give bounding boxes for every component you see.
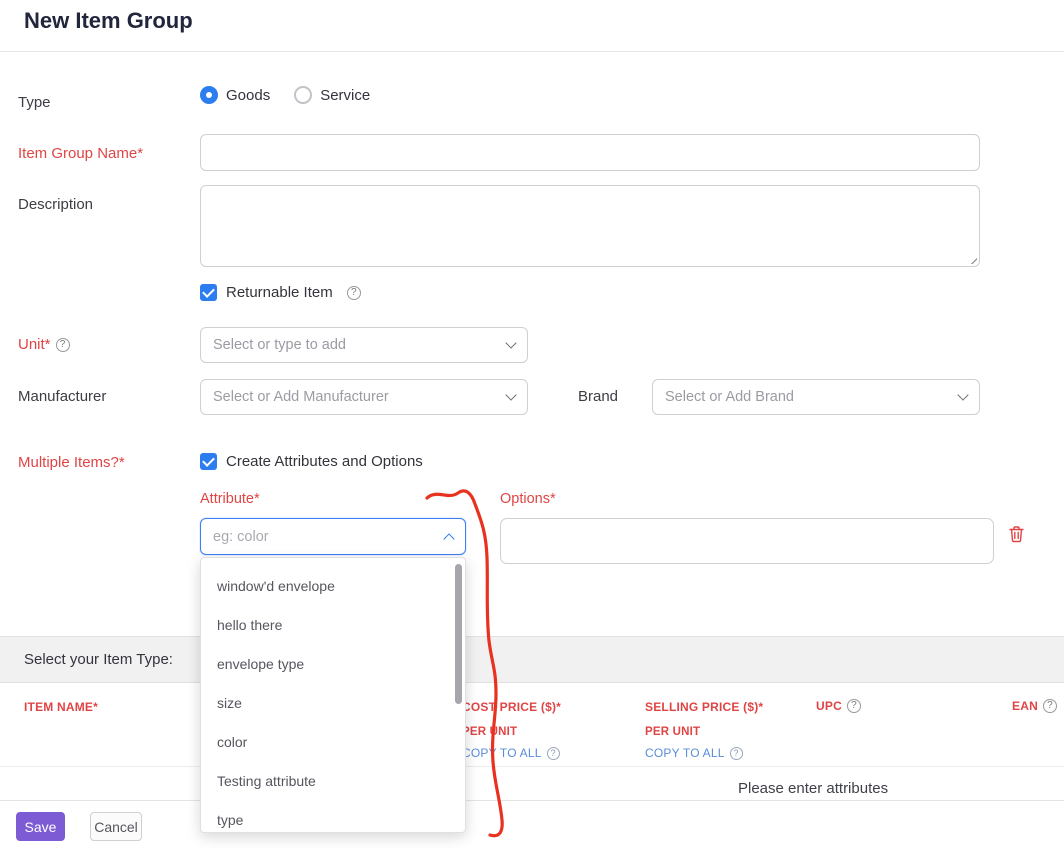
brand-select[interactable]: Select or Add Brand <box>652 379 980 415</box>
page-header: New Item Group <box>0 0 1064 52</box>
unit-help-icon[interactable]: ? <box>55 337 70 352</box>
chevron-down-icon <box>505 337 517 349</box>
brand-placeholder: Select or Add Brand <box>665 389 794 405</box>
description-textarea[interactable] <box>200 185 980 267</box>
column-header-ean: EAN <box>1012 699 1038 713</box>
radio-selected-icon <box>200 86 218 104</box>
copy-to-all-help-icon[interactable]: ? <box>546 746 560 760</box>
handdrawn-annotation <box>425 489 504 838</box>
create-attributes-checkbox[interactable] <box>200 453 217 470</box>
copy-to-all-text: COPY TO ALL <box>462 746 542 760</box>
trash-icon <box>1009 526 1024 543</box>
manufacturer-placeholder: Select or Add Manufacturer <box>213 389 389 405</box>
create-attributes-row: Create Attributes and Options <box>200 453 423 470</box>
attribute-dropdown: window'd envelope hello there envelope t… <box>200 557 466 833</box>
delete-attribute-button[interactable] <box>1008 525 1025 543</box>
column-header-upc-wrap: UPC ? <box>816 699 861 713</box>
copy-to-all-help-icon[interactable]: ? <box>729 746 743 760</box>
attribute-label: Attribute* <box>200 491 260 507</box>
returnable-row: Returnable Item ? <box>200 284 361 301</box>
chevron-up-icon <box>443 532 455 545</box>
options-label: Options* <box>500 491 556 507</box>
description-label: Description <box>18 196 94 213</box>
table-header-divider <box>0 766 1064 767</box>
column-header-cost-price: COST PRICE ($)* <box>462 700 562 714</box>
new-item-group-page: New Item Group Type Goods Service Item G… <box>0 0 1064 852</box>
radio-service[interactable]: Service <box>294 86 370 104</box>
returnable-help-icon[interactable]: ? <box>346 285 361 300</box>
multiple-items-label: Multiple Items?* <box>18 454 125 471</box>
manufacturer-select[interactable]: Select or Add Manufacturer <box>200 379 528 415</box>
unit-select[interactable]: Select or type to add <box>200 327 528 363</box>
attribute-combobox[interactable]: eg: color <box>200 518 466 555</box>
item-group-name-label: Item Group Name* <box>18 145 144 162</box>
ean-help-icon[interactable]: ? <box>1042 699 1057 713</box>
selling-copy-to-all-link[interactable]: COPY TO ALL ? <box>645 746 743 760</box>
dropdown-option[interactable]: window'd envelope <box>201 566 465 605</box>
dropdown-option[interactable]: type <box>201 800 465 832</box>
empty-attributes-message: Please enter attributes <box>738 780 889 797</box>
upc-help-icon[interactable]: ? <box>846 699 861 713</box>
column-header-item-name: ITEM NAME* <box>24 700 98 714</box>
save-button[interactable]: Save <box>16 812 65 841</box>
cancel-button[interactable]: Cancel <box>90 812 142 841</box>
brand-label: Brand <box>578 388 619 405</box>
radio-unselected-icon <box>294 86 313 104</box>
attribute-placeholder: eg: color <box>213 528 269 545</box>
dropdown-option[interactable]: size <box>201 683 465 722</box>
column-header-upc: UPC <box>816 699 842 713</box>
dropdown-scrollbar[interactable] <box>455 564 462 704</box>
unit-label: Unit* <box>18 336 51 353</box>
copy-to-all-text: COPY TO ALL <box>645 746 725 760</box>
dropdown-option[interactable]: hello there <box>201 605 465 644</box>
item-type-label: Select your Item Type: <box>24 651 173 668</box>
unit-label-row: Unit* ? <box>18 336 70 353</box>
dropdown-option[interactable]: envelope type <box>201 644 465 683</box>
cost-per-unit-label: PER UNIT <box>462 726 518 738</box>
item-group-name-input[interactable] <box>200 134 980 171</box>
chevron-down-icon <box>505 389 517 401</box>
radio-service-label: Service <box>320 86 371 104</box>
type-label: Type <box>18 94 51 111</box>
cost-copy-to-all-link[interactable]: COPY TO ALL ? <box>462 746 560 760</box>
radio-goods-label: Goods <box>226 86 271 104</box>
chevron-down-icon <box>957 389 969 401</box>
radio-goods[interactable]: Goods <box>200 86 270 104</box>
page-title: New Item Group <box>24 8 193 33</box>
dropdown-option[interactable]: Testing attribute <box>201 761 465 800</box>
item-type-section: Select your Item Type: <box>0 636 1064 683</box>
column-header-selling-price: SELLING PRICE ($)* <box>645 700 764 714</box>
selling-per-unit-label: PER UNIT <box>645 726 701 738</box>
create-attributes-label: Create Attributes and Options <box>226 453 423 470</box>
returnable-checkbox[interactable] <box>200 284 217 301</box>
type-radio-group: Goods Service <box>200 86 370 104</box>
returnable-label: Returnable Item <box>226 284 333 301</box>
options-input[interactable] <box>500 518 994 564</box>
resize-handle-icon[interactable] <box>967 254 977 264</box>
manufacturer-label: Manufacturer <box>18 388 107 405</box>
dropdown-option[interactable]: color <box>201 722 465 761</box>
unit-placeholder: Select or type to add <box>213 337 346 353</box>
column-header-ean-wrap: EAN ? <box>1012 699 1057 713</box>
footer-divider <box>0 800 1064 801</box>
